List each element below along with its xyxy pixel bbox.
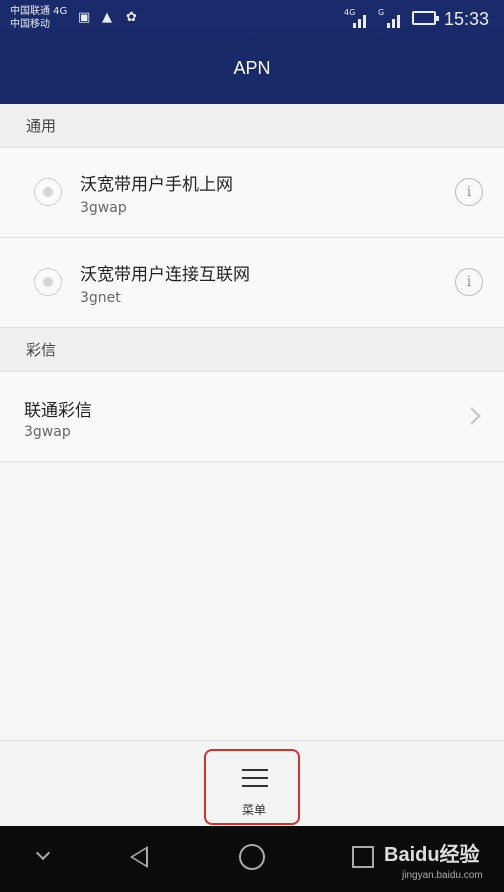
battery-icon: [412, 11, 439, 25]
recent-apps-icon[interactable]: [352, 846, 374, 868]
section-header-general: 通用: [0, 104, 504, 148]
info-icon[interactable]: i: [455, 268, 483, 296]
signal-icon: 4G: [344, 8, 366, 28]
signal-icon: G: [378, 8, 400, 28]
menu-button[interactable]: 菜单: [204, 749, 300, 825]
apn-title: 沃宽带用户连接互联网: [80, 265, 250, 285]
watermark-logo: Baidu经验: [384, 844, 480, 866]
gallery-icon: ▣: [78, 10, 91, 25]
huawei-icon: ✿: [126, 10, 137, 25]
back-icon[interactable]: [130, 846, 148, 868]
radio-button[interactable]: [34, 178, 62, 206]
clock: 15:33: [444, 9, 490, 29]
carrier-2: 中国移动: [10, 19, 50, 30]
bottom-bar: 菜单: [0, 740, 504, 826]
chevron-right-icon: [463, 407, 481, 425]
apn-subtitle: 3gnet: [80, 290, 121, 306]
section-header-mms: 彩信: [0, 328, 504, 372]
menu-label: 菜单: [241, 803, 266, 817]
chevron-down-icon[interactable]: [35, 845, 51, 861]
warning-icon: ▲: [102, 10, 112, 25]
watermark-url: jingyan.baidu.com: [402, 870, 483, 881]
home-icon[interactable]: [239, 844, 265, 870]
radio-button[interactable]: [34, 268, 62, 296]
apn-item-1[interactable]: 沃宽带用户手机上网 3gwap i: [0, 148, 504, 238]
info-icon[interactable]: i: [455, 178, 483, 206]
status-bar: 中国联通 4G 中国移动 ▣ ▲ ✿ 4G G 15:33: [0, 0, 504, 40]
navigation-bar: Baidu经验 jingyan.baidu.com: [0, 826, 504, 892]
menu-icon: [242, 769, 268, 793]
signal-2-tag: G: [378, 8, 385, 17]
apn-item-2[interactable]: 沃宽带用户连接互联网 3gnet i: [0, 238, 504, 328]
apn-title: 沃宽带用户手机上网: [80, 175, 233, 195]
carrier-1: 中国联通 4G: [10, 6, 68, 17]
page-title: APN: [233, 58, 271, 78]
mms-item[interactable]: 联通彩信 3gwap: [0, 372, 504, 462]
apn-subtitle: 3gwap: [80, 200, 127, 216]
mms-title: 联通彩信: [24, 401, 92, 421]
app-header: 中国联通 4G 中国移动 ▣ ▲ ✿ 4G G 15:33 APN: [0, 0, 504, 104]
mms-subtitle: 3gwap: [24, 424, 71, 440]
